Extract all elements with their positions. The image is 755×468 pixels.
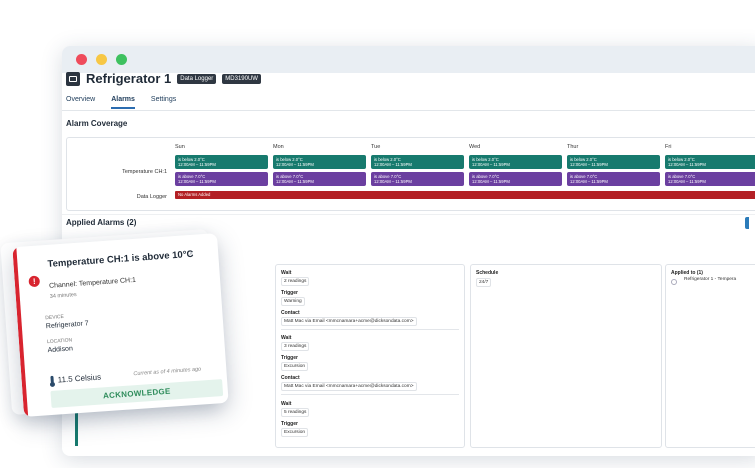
device-type-badge: Data Logger (177, 73, 217, 84)
trigger-label: Trigger (281, 290, 298, 296)
alert-time-ago: 34 minutes (49, 291, 77, 300)
chevron-up-icon[interactable]: ^ (189, 251, 193, 260)
acknowledge-button[interactable]: ACKNOWLEDGE (50, 379, 224, 409)
wait-value: 2 readings (281, 277, 310, 286)
contact-label: Contact (281, 375, 300, 381)
device-value: Refrigerator 7 (45, 320, 89, 331)
trigger-value: Excursion (281, 362, 309, 371)
schedule-header: Schedule (476, 270, 499, 276)
step-divider (281, 329, 459, 330)
day-mon: Mon (273, 144, 284, 150)
coverage-below-sun[interactable]: is below 2.0°C 12:00AM – 11:59PM (175, 155, 268, 169)
applied-to-column: Applied to (1) Refrigerator 1 - Tempera (665, 264, 755, 448)
tabs-divider (62, 110, 755, 111)
day-fri: Fri (665, 144, 672, 150)
alarm-steps-column: Wait 2 readings Trigger Warning Contact … (275, 264, 465, 448)
page-title: Refrigerator 1 (86, 71, 172, 86)
alarm-coverage-grid: Sun Mon Tue Wed Thur Fri Temperature CH:… (66, 137, 755, 211)
coverage-above-fri[interactable]: is above 7.0°C 12:00AM – 11:59PM (665, 172, 755, 186)
trigger-value: Excursion (281, 428, 309, 437)
close-window-icon[interactable] (76, 54, 87, 65)
thermometer-icon (49, 376, 55, 386)
tab-bar: Overview Alarms Settings (66, 96, 176, 109)
coverage-below-wed[interactable]: is below 2.0°C 12:00AM – 11:59PM (469, 155, 562, 169)
applied-to-radio[interactable] (671, 279, 677, 285)
reading-timestamp: Current as of 4 minutes ago (133, 366, 202, 378)
minimize-window-icon[interactable] (96, 54, 107, 65)
alert-channel: Channel: Temperature CH:1 (48, 276, 137, 290)
trigger-label: Trigger (281, 421, 298, 427)
day-thur: Thur (567, 144, 579, 150)
add-alarm-button[interactable] (745, 217, 749, 229)
schedule-column: Schedule 24/7 (470, 264, 662, 448)
row-label-temperature: Temperature CH:1 (122, 169, 167, 175)
contact-value: Matt Mac via Email <mmcnamara+acme@dicks… (281, 317, 417, 326)
device-label: DEVICE (45, 313, 65, 322)
applied-to-value: Refrigerator 1 - Tempera (684, 277, 737, 282)
wait-label: Wait (281, 270, 292, 276)
data-logger-no-alarms-bar[interactable]: No Alarms Added (175, 191, 755, 199)
tab-settings[interactable]: Settings (151, 96, 176, 109)
day-wed: Wed (469, 144, 481, 150)
wait-label: Wait (281, 335, 292, 341)
trigger-label: Trigger (281, 355, 298, 361)
applied-alarms-title: Applied Alarms (2) (66, 218, 137, 227)
coverage-above-mon[interactable]: is above 7.0°C 12:00AM – 11:59PM (273, 172, 366, 186)
wait-value: 5 readings (281, 408, 310, 417)
contact-value: Matt Mac via Email <mmcnamara+acme@dicks… (281, 382, 417, 391)
alarm-coverage-title: Alarm Coverage (66, 119, 128, 128)
maximize-window-icon[interactable] (116, 54, 127, 65)
coverage-below-mon[interactable]: is below 2.0°C 12:00AM – 11:59PM (273, 155, 366, 169)
window-titlebar (62, 46, 755, 73)
step-divider (281, 394, 459, 395)
day-sun: Sun (175, 144, 185, 150)
device-icon (66, 71, 80, 86)
row-label-data-logger: Data Logger (136, 194, 167, 200)
alert-card: ! Temperature CH:1 is above 10°C ^ Chann… (12, 233, 229, 417)
trigger-value: Warning (281, 297, 305, 306)
wait-label: Wait (281, 401, 292, 407)
coverage-below-thur[interactable]: is below 2.0°C 12:00AM – 11:59PM (567, 155, 660, 169)
device-header: Refrigerator 1 Data Logger MD3190UW (66, 71, 261, 86)
coverage-below-tue[interactable]: is below 2.0°C 12:00AM – 11:59PM (371, 155, 464, 169)
alert-title: Temperature CH:1 is above 10°C (47, 248, 194, 270)
coverage-above-tue[interactable]: is above 7.0°C 12:00AM – 11:59PM (371, 172, 464, 186)
coverage-above-thur[interactable]: is above 7.0°C 12:00AM – 11:59PM (567, 172, 660, 186)
day-tue: Tue (371, 144, 381, 150)
tab-overview[interactable]: Overview (66, 96, 95, 109)
coverage-above-sun[interactable]: is above 7.0°C 12:00AM – 11:59PM (175, 172, 268, 186)
location-value: Addison (47, 345, 74, 355)
alert-exclamation-icon: ! (28, 275, 41, 288)
contact-label: Contact (281, 310, 300, 316)
current-reading: 11.5 Celsius (57, 372, 102, 385)
schedule-value: 24/7 (476, 278, 492, 287)
section-divider (62, 214, 755, 215)
location-label: LOCATION (46, 337, 73, 346)
device-model-badge: MD3190UW (222, 73, 261, 84)
coverage-below-fri[interactable]: is below 2.0°C 12:00AM – 11:59PM (665, 155, 755, 169)
wait-value: 3 readings (281, 342, 310, 351)
tab-alarms[interactable]: Alarms (111, 96, 135, 109)
coverage-above-wed[interactable]: is above 7.0°C 12:00AM – 11:59PM (469, 172, 562, 186)
